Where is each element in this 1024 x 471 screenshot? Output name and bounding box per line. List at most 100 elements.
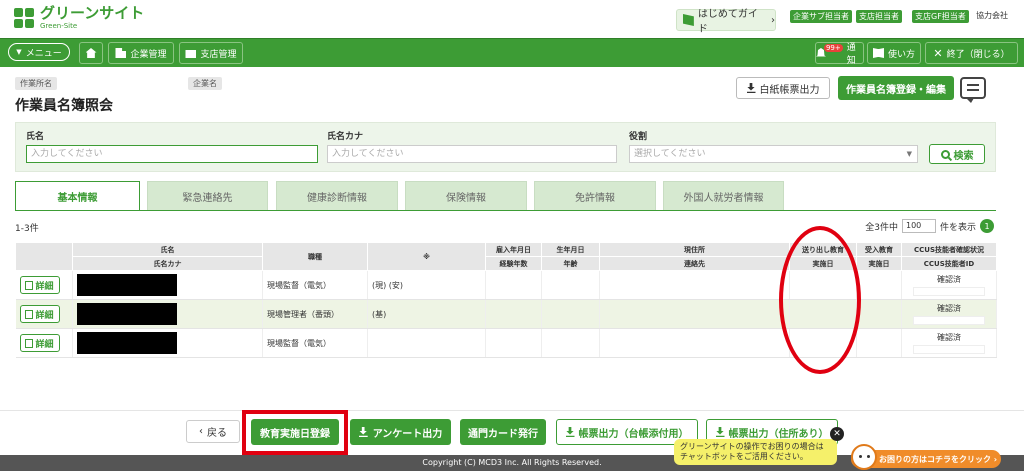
- download-icon: [715, 427, 725, 437]
- role-select[interactable]: 選択してください ▼: [629, 145, 918, 163]
- redacted-name: [77, 303, 177, 325]
- chatbot-close-icon[interactable]: ✕: [830, 427, 844, 441]
- header-recv-edu: 受入教育: [856, 242, 902, 257]
- ccus-status-text: 確認済: [937, 304, 961, 313]
- redacted-name: [77, 274, 177, 296]
- annotation-rectangle: [242, 410, 348, 455]
- branch-management-label: 支店管理: [200, 49, 237, 60]
- download-icon: [746, 83, 756, 93]
- caret-down-icon: ▼: [16, 48, 22, 56]
- role-tag-branch: 支店担当者: [856, 10, 902, 23]
- company-management-button[interactable]: 企業管理: [108, 42, 174, 64]
- tab-emergency-contact[interactable]: 緊急連絡先: [147, 181, 268, 210]
- search-button[interactable]: 検索: [929, 144, 985, 164]
- site-name-tag: 作業所名: [15, 77, 57, 90]
- header-ccus-status: CCUS技能者確認状況: [901, 242, 997, 257]
- detail-label: 詳細: [35, 310, 54, 321]
- tab-license[interactable]: 免許情報: [534, 181, 656, 210]
- recv-edu-cell: [856, 299, 902, 329]
- partner-label: 協力会社: [976, 11, 1008, 20]
- header-recv-edu-date: 実施日: [856, 256, 902, 271]
- notification-label: 通知: [846, 43, 856, 66]
- name-kana-input[interactable]: 入力してください: [327, 145, 617, 163]
- ccus-id-field: [913, 345, 985, 354]
- back-button[interactable]: ‹ 戻る: [186, 420, 240, 443]
- tab-divider: [15, 210, 996, 211]
- tab-basic-info[interactable]: 基本情報: [15, 181, 140, 211]
- notification-button[interactable]: 99+ 通知: [815, 42, 864, 66]
- ccus-cell: 確認済: [901, 270, 997, 300]
- form-output-ledger-label: 帳票出力（台帳添付用）: [578, 428, 689, 440]
- header-contact: 連絡先: [599, 256, 790, 271]
- chatbot-bubble[interactable]: グリーンサイトの操作でお困りの場合は チャットボットをご活用ください。: [674, 439, 837, 465]
- detail-label: 詳細: [35, 281, 54, 292]
- header-birth-date: 生年月日: [541, 242, 600, 257]
- header-mark: ※: [367, 242, 486, 271]
- page-number-button[interactable]: 1: [980, 219, 994, 233]
- logo-title: グリーンサイト: [40, 4, 145, 22]
- home-button[interactable]: [79, 42, 103, 64]
- header-hire-date: 雇入年月日: [485, 242, 542, 257]
- book-icon: [872, 48, 884, 58]
- how-to-use-button[interactable]: 使い方: [867, 42, 921, 64]
- pagination: 全3件中 100 件を表示 1: [865, 219, 994, 233]
- birth-date-cell: [541, 299, 600, 329]
- menu-button[interactable]: ▼ メニュー: [8, 43, 70, 61]
- worker-register-edit-label: 作業員名簿登録・編集: [846, 84, 946, 96]
- page-size-select[interactable]: 100: [901, 219, 936, 233]
- hire-date-cell: [485, 299, 542, 329]
- caret-down-icon: ▼: [906, 150, 912, 158]
- detail-button[interactable]: 詳細: [19, 276, 60, 294]
- mark-cell: (基): [367, 299, 486, 329]
- recv-edu-cell: [856, 328, 902, 358]
- tab-health-check[interactable]: 健康診断情報: [276, 181, 398, 210]
- header-name: 氏名: [72, 242, 263, 257]
- download-icon: [565, 427, 575, 437]
- job-cell: 現場管理者（番頭）: [262, 299, 368, 329]
- header-name-kana: 氏名カナ: [72, 256, 263, 271]
- chatbot-mascot-icon[interactable]: [851, 444, 877, 470]
- redacted-name: [77, 332, 177, 354]
- header-detail: [15, 242, 73, 271]
- chevron-left-icon: ‹: [199, 426, 203, 437]
- detail-button[interactable]: 詳細: [19, 305, 60, 323]
- detail-button[interactable]: 詳細: [19, 334, 60, 352]
- document-icon: [25, 338, 34, 348]
- home-icon: [85, 48, 97, 58]
- header-job: 職種: [262, 242, 368, 271]
- beginner-guide-button[interactable]: はじめてガイド ›: [676, 9, 776, 35]
- hire-date-cell: [485, 328, 542, 358]
- branch-management-button[interactable]: 支店管理: [179, 42, 243, 64]
- job-cell: 現場監督（電気）: [262, 270, 368, 300]
- beginner-mark-icon: [683, 14, 694, 26]
- logo-subtitle: Green-Site: [40, 22, 78, 30]
- chat-bubble-icon[interactable]: [960, 77, 986, 103]
- main-nav: ▼ メニュー 企業管理 支店管理 99+ 通知 使い方 ✕ 終了（閉じる）: [0, 38, 1024, 67]
- tab-foreign-worker[interactable]: 外国人就労者情報: [663, 181, 784, 210]
- search-label: 検索: [953, 150, 974, 162]
- exit-button[interactable]: ✕ 終了（閉じる）: [925, 42, 1018, 64]
- tab-insurance[interactable]: 保険情報: [405, 181, 527, 210]
- company-name-tag: 企業名: [188, 77, 222, 90]
- header-experience: 経験年数: [485, 256, 542, 271]
- ccus-id-field: [913, 316, 985, 325]
- survey-output-label: アンケート出力: [372, 428, 443, 440]
- ccus-cell: 確認済: [901, 299, 997, 329]
- green-site-logo[interactable]: グリーンサイト Green-Site: [14, 6, 144, 30]
- blank-form-output-button[interactable]: 白紙帳票出力: [736, 77, 830, 99]
- page-title: 作業員名簿照会: [15, 98, 113, 114]
- gate-card-issue-button[interactable]: 通門カード発行: [460, 419, 546, 445]
- role-tag-company-sub: 企業サブ担当者: [790, 10, 852, 23]
- mark-cell: [367, 328, 486, 358]
- name-input[interactable]: 入力してください: [26, 145, 318, 163]
- header-address: 現住所: [599, 242, 790, 257]
- total-count-label: 全3件中: [865, 222, 898, 233]
- address-cell: [599, 299, 790, 329]
- survey-output-button[interactable]: アンケート出力: [350, 419, 451, 445]
- top-header: グリーンサイト Green-Site はじめてガイド › 企業サブ担当者 支店担…: [0, 0, 1024, 38]
- address-cell: [599, 328, 790, 358]
- gate-card-issue-label: 通門カード発行: [468, 428, 538, 440]
- ccus-status-text: 確認済: [937, 275, 961, 284]
- worker-register-edit-button[interactable]: 作業員名簿登録・編集: [838, 76, 954, 100]
- ccus-status-text: 確認済: [937, 333, 961, 342]
